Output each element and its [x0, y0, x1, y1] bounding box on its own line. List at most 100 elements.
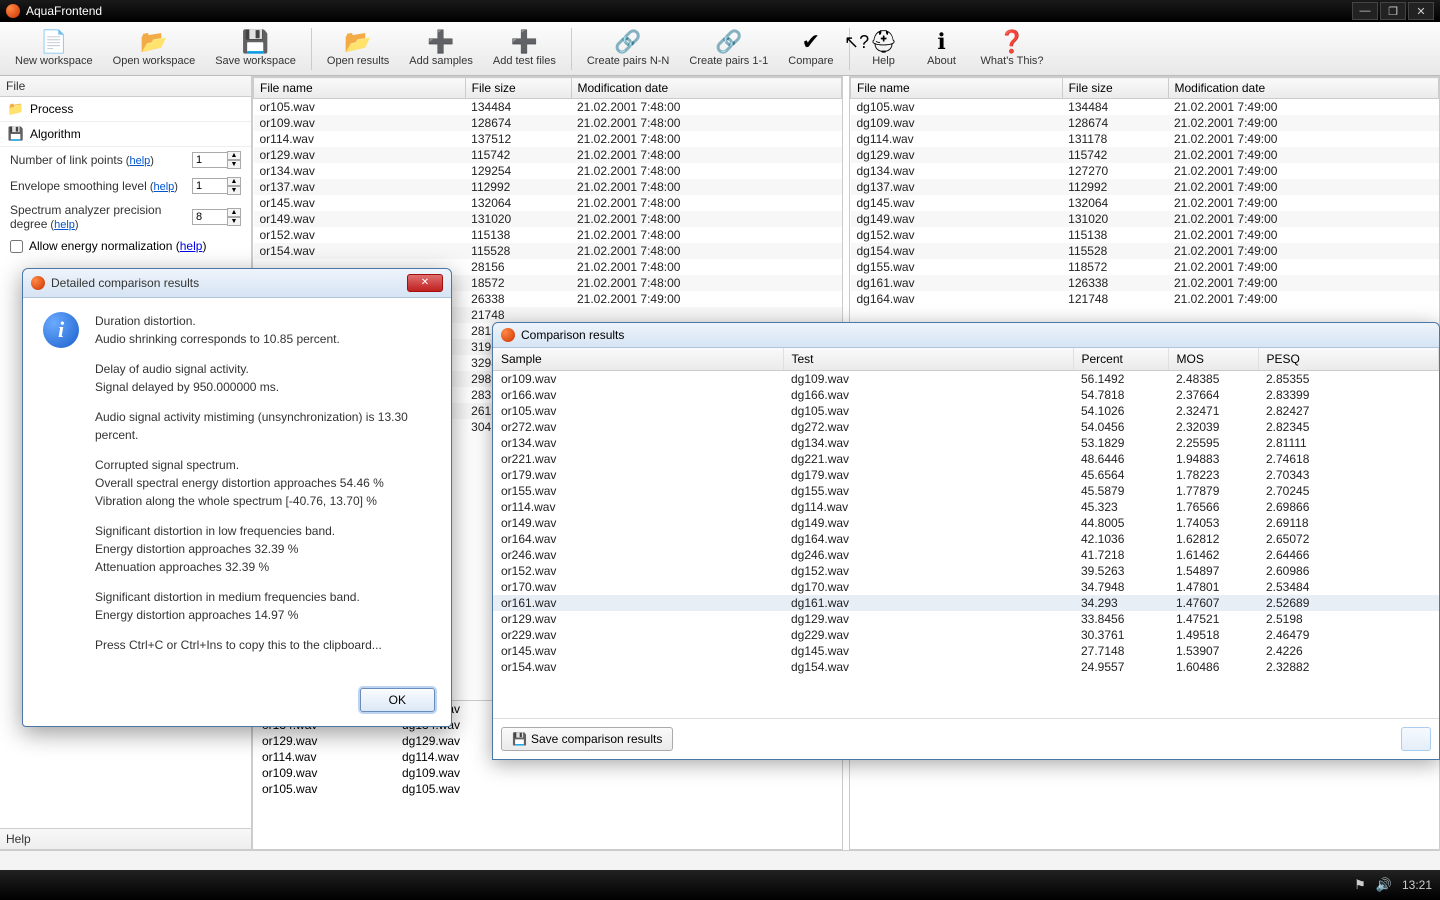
- table-row[interactable]: dg134.wav12727021.02.2001 7:49:00: [851, 163, 1439, 179]
- result-row[interactable]: or134.wavdg134.wav53.18292.255952.81111: [493, 435, 1439, 451]
- table-row[interactable]: or109.wav12867421.02.2001 7:48:00: [254, 115, 842, 131]
- toolbar-label: About: [927, 55, 956, 67]
- table-row[interactable]: dg114.wav13117821.02.2001 7:49:00: [851, 131, 1439, 147]
- result-row[interactable]: or154.wavdg154.wav24.95571.604862.32882: [493, 659, 1439, 675]
- toolbar-icon: 🔗: [614, 31, 641, 53]
- envelope-input[interactable]: [192, 178, 228, 194]
- titlebar: AquaFrontend — ❐ ✕: [0, 0, 1440, 22]
- result-row[interactable]: or114.wavdg114.wav45.3231.765662.69866: [493, 499, 1439, 515]
- toolbar-add-test-files[interactable]: ➕Add test files: [484, 24, 565, 74]
- col-size[interactable]: File size: [1062, 78, 1168, 99]
- toolbar-about[interactable]: ℹAbout: [914, 24, 970, 74]
- result-row[interactable]: or145.wavdg145.wav27.71481.539072.4226: [493, 643, 1439, 659]
- result-row[interactable]: or221.wavdg221.wav48.64461.948832.74618: [493, 451, 1439, 467]
- process-item[interactable]: 📁 Process: [0, 97, 251, 122]
- toolbar-create-pairs-n-n[interactable]: 🔗Create pairs N-N: [578, 24, 679, 74]
- save-results-button[interactable]: 💾Save comparison results: [501, 727, 673, 751]
- result-row[interactable]: or129.wavdg129.wav33.84561.475212.5198: [493, 611, 1439, 627]
- table-row[interactable]: or149.wav13102021.02.2001 7:48:00: [254, 211, 842, 227]
- toolbar-create-pairs-1-1[interactable]: 🔗Create pairs 1-1: [680, 24, 777, 74]
- col-mod[interactable]: Modification date: [1168, 78, 1439, 99]
- link-points-input[interactable]: [192, 152, 228, 168]
- result-row[interactable]: or109.wavdg109.wav56.14922.483852.85355: [493, 371, 1439, 388]
- col-mos[interactable]: MOS: [1168, 348, 1258, 371]
- table-row[interactable]: or134.wav12925421.02.2001 7:48:00: [254, 163, 842, 179]
- toolbar-new-workspace[interactable]: 📄New workspace: [6, 24, 102, 74]
- result-row[interactable]: or161.wavdg161.wav34.2931.476072.52689: [493, 595, 1439, 611]
- result-row[interactable]: or272.wavdg272.wav54.04562.320392.82345: [493, 419, 1439, 435]
- toolbar-add-samples[interactable]: ➕Add samples: [400, 24, 482, 74]
- toolbar-open-results[interactable]: 📂Open results: [318, 24, 398, 74]
- table-row[interactable]: dg164.wav12174821.02.2001 7:49:00: [851, 291, 1439, 307]
- result-row[interactable]: or152.wavdg152.wav39.52631.548972.60986: [493, 563, 1439, 579]
- table-row[interactable]: dg149.wav13102021.02.2001 7:49:00: [851, 211, 1439, 227]
- result-row[interactable]: or149.wavdg149.wav44.80051.740532.69118: [493, 515, 1439, 531]
- col-percent[interactable]: Percent: [1073, 348, 1168, 371]
- result-row[interactable]: or170.wavdg170.wav34.79481.478012.53484: [493, 579, 1439, 595]
- table-row[interactable]: dg155.wav11857221.02.2001 7:49:00: [851, 259, 1439, 275]
- spin-up[interactable]: ▲: [227, 208, 241, 217]
- table-row[interactable]: dg145.wav13206421.02.2001 7:49:00: [851, 195, 1439, 211]
- table-row[interactable]: or154.wav11552821.02.2001 7:48:00: [254, 243, 842, 259]
- toolbar-save-workspace[interactable]: 💾 Save workspace: [206, 24, 305, 74]
- table-row[interactable]: or145.wav13206421.02.2001 7:48:00: [254, 195, 842, 211]
- spin-down[interactable]: ▼: [227, 160, 241, 169]
- result-row[interactable]: or155.wavdg155.wav45.58791.778792.70245: [493, 483, 1439, 499]
- dialog-close-button[interactable]: ✕: [407, 274, 443, 292]
- spin-down[interactable]: ▼: [227, 217, 241, 226]
- col-test[interactable]: Test: [783, 348, 1073, 371]
- minimize-button[interactable]: —: [1352, 2, 1378, 20]
- table-row[interactable]: dg161.wav12633821.02.2001 7:49:00: [851, 275, 1439, 291]
- unknown-button[interactable]: [1401, 727, 1431, 751]
- spin-up[interactable]: ▲: [227, 151, 241, 160]
- ok-button[interactable]: OK: [360, 688, 435, 712]
- table-row[interactable]: or105.wav13448421.02.2001 7:48:00: [254, 99, 842, 116]
- spectrum-input[interactable]: [192, 209, 228, 225]
- toolbar-icon: 💾: [242, 31, 269, 53]
- spin-down[interactable]: ▼: [227, 186, 241, 195]
- table-row[interactable]: or152.wav11513821.02.2001 7:48:00: [254, 227, 842, 243]
- col-sample[interactable]: Sample: [493, 348, 783, 371]
- result-row[interactable]: or246.wavdg246.wav41.72181.614622.64466: [493, 547, 1439, 563]
- toolbar-open-workspace[interactable]: 📂Open workspace: [104, 24, 205, 74]
- help-link[interactable]: help: [154, 181, 175, 193]
- result-row[interactable]: or166.wavdg166.wav54.78182.376642.83399: [493, 387, 1439, 403]
- tray-flag-icon[interactable]: ⚑: [1354, 877, 1366, 893]
- col-mod[interactable]: Modification date: [571, 78, 842, 99]
- help-header[interactable]: Help: [0, 828, 251, 850]
- result-row[interactable]: or164.wavdg164.wav42.10361.628122.65072: [493, 531, 1439, 547]
- col-name[interactable]: File name: [851, 78, 1063, 99]
- table-row[interactable]: or129.wav11574221.02.2001 7:48:00: [254, 147, 842, 163]
- tray-volume-icon[interactable]: 🔊: [1376, 877, 1392, 893]
- toolbar-label: Save workspace: [215, 55, 296, 67]
- table-row[interactable]: dg129.wav11574221.02.2001 7:49:00: [851, 147, 1439, 163]
- spin-up[interactable]: ▲: [227, 177, 241, 186]
- clock[interactable]: 13:21: [1402, 878, 1432, 892]
- table-row[interactable]: dg137.wav11299221.02.2001 7:49:00: [851, 179, 1439, 195]
- toolbar-help[interactable]: ⛑Help: [856, 24, 912, 74]
- energy-norm-checkbox[interactable]: [10, 240, 23, 253]
- table-row[interactable]: dg109.wav12867421.02.2001 7:49:00: [851, 115, 1439, 131]
- close-button[interactable]: ✕: [1408, 2, 1434, 20]
- algorithm-item[interactable]: 💾 Algorithm: [0, 122, 251, 147]
- table-row[interactable]: dg154.wav11552821.02.2001 7:49:00: [851, 243, 1439, 259]
- col-size[interactable]: File size: [465, 78, 571, 99]
- result-row[interactable]: or179.wavdg179.wav45.65641.782232.70343: [493, 467, 1439, 483]
- toolbar-label: Open results: [327, 55, 389, 67]
- toolbar-what-s-this-[interactable]: ❓What's This?: [972, 24, 1053, 74]
- col-name[interactable]: File name: [254, 78, 466, 99]
- help-link[interactable]: help: [180, 239, 203, 253]
- table-row[interactable]: dg105.wav13448421.02.2001 7:49:00: [851, 99, 1439, 116]
- table-row[interactable]: dg152.wav11513821.02.2001 7:49:00: [851, 227, 1439, 243]
- table-row[interactable]: or137.wav11299221.02.2001 7:48:00: [254, 179, 842, 195]
- result-row[interactable]: or229.wavdg229.wav30.37611.495182.46479: [493, 627, 1439, 643]
- help-link[interactable]: help: [54, 219, 75, 231]
- queue-row[interactable]: or105.wavdg105.wav: [252, 781, 1440, 797]
- table-row[interactable]: or114.wav13751221.02.2001 7:48:00: [254, 131, 842, 147]
- maximize-button[interactable]: ❐: [1380, 2, 1406, 20]
- help-link[interactable]: help: [129, 155, 150, 167]
- queue-row[interactable]: or109.wavdg109.wav: [252, 765, 1440, 781]
- result-row[interactable]: or105.wavdg105.wav54.10262.324712.82427: [493, 403, 1439, 419]
- col-pesq[interactable]: PESQ: [1258, 348, 1439, 371]
- toolbar-compare[interactable]: ✔Compare: [779, 24, 842, 74]
